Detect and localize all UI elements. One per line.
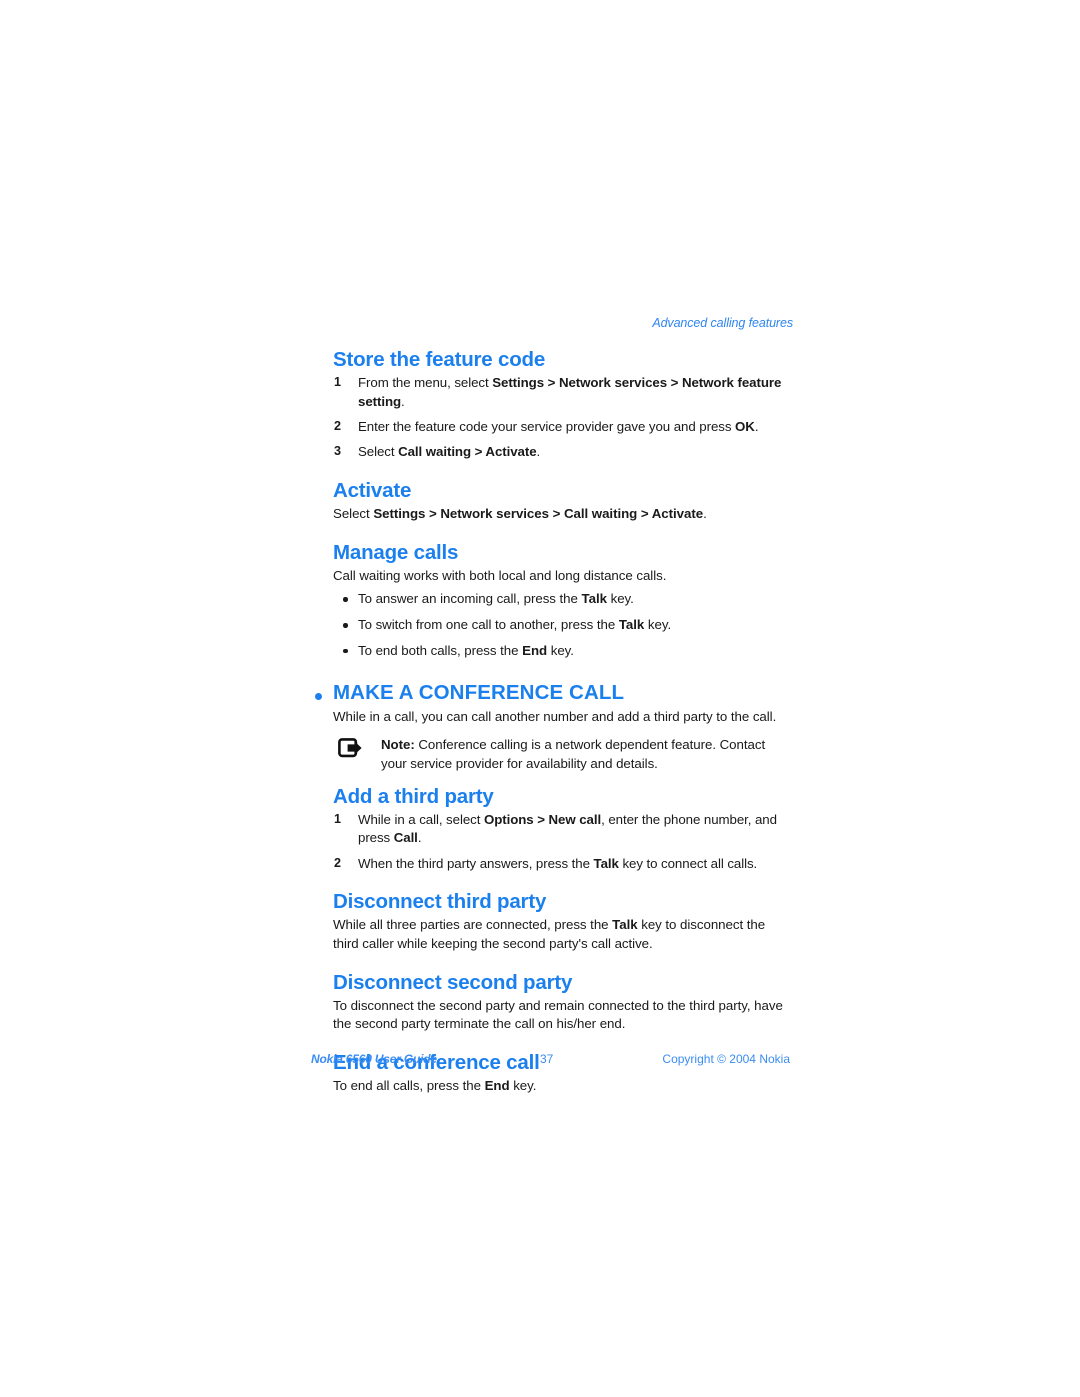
document-page: Advanced calling features Store the feat… [315,316,793,1096]
chapter-heading: MAKE A CONFERENCE CALL [315,681,793,705]
step-text: Select Call waiting > Activate. [358,444,541,460]
step-list: 1 From the menu, select Settings > Netwo… [333,374,793,462]
list-item: 3 Select Call waiting > Activate. [333,443,793,462]
step-number: 3 [334,444,341,459]
section-heading: Manage calls [333,540,459,564]
step-text: When the third party answers, press the … [358,855,758,871]
step-list: 1 While in a call, select Options > New … [333,811,793,874]
section-paragraph: To end all calls, press the End key. [333,1078,537,1094]
section-disconnect-second-party: Disconnect second party To disconnect th… [333,970,793,1034]
footer-document-title: Nokia 6560 User Guide [311,1052,437,1066]
section-heading: Disconnect second party [333,970,573,994]
step-number: 1 [334,374,341,389]
chapter-intro-paragraph: While in a call, you can call another nu… [333,709,777,725]
step-number: 1 [334,811,341,826]
bullet-icon [343,648,348,654]
chapter-heading-label: MAKE A CONFERENCE CALL [333,681,625,705]
section-add-a-third-party: Add a third party 1 While in a call, sel… [333,784,793,874]
section-disconnect-third-party: Disconnect third party While all three p… [333,890,793,953]
bullet-list: To answer an incoming call, press the Ta… [333,590,793,660]
section-heading: Activate [333,478,412,502]
chapter-bullet-icon [315,693,322,701]
note-box: Note: Conference calling is a network de… [333,736,793,773]
page-footer: Nokia 6560 User Guide 37 Copyright © 200… [0,1052,1080,1072]
section-heading: Disconnect third party [333,890,547,914]
bullet-text: To answer an incoming call, press the Ta… [358,591,634,607]
running-header: Advanced calling features [652,316,793,330]
step-text: While in a call, select Options > New ca… [358,811,777,846]
note-arrow-icon [338,738,366,760]
list-item: To end both calls, press the End key. [333,642,793,661]
section-activate: Activate Select Settings > Network servi… [333,478,793,524]
bullet-icon [343,597,348,602]
list-item: 1 From the menu, select Settings > Netwo… [333,374,793,411]
section-paragraph: To disconnect the second party and remai… [333,997,783,1032]
section-heading: Add a third party [333,784,494,808]
list-item: 2 Enter the feature code your service pr… [333,418,793,437]
step-text: From the menu, select Settings > Network… [358,374,782,409]
section-store-the-feature-code: Store the feature code 1 From the menu, … [333,348,793,462]
list-item: To switch from one call to another, pres… [333,616,793,635]
section-paragraph: While all three parties are connected, p… [333,917,766,951]
note-text: Note: Conference calling is a network de… [381,737,766,771]
list-item: To answer an incoming call, press the Ta… [333,590,793,609]
list-item: 2 When the third party answers, press th… [333,855,793,874]
step-number: 2 [334,418,341,433]
section-heading: Store the feature code [333,348,546,371]
bullet-icon [343,623,348,628]
footer-page-number: 37 [540,1052,554,1066]
step-text: Enter the feature code your service prov… [358,418,759,434]
bullet-text: To switch from one call to another, pres… [358,617,672,632]
section-paragraph: Call waiting works with both local and l… [333,567,667,583]
bullet-text: To end both calls, press the End key. [358,642,574,658]
footer-copyright: Copyright © 2004 Nokia [662,1052,790,1066]
section-paragraph: Select Settings > Network services > Cal… [333,505,707,521]
step-number: 2 [334,855,341,870]
section-manage-calls: Manage calls Call waiting works with bot… [333,540,793,661]
list-item: 1 While in a call, select Options > New … [333,811,793,848]
chapter-make-a-conference-call: MAKE A CONFERENCE CALL While in a call, … [315,681,793,1095]
